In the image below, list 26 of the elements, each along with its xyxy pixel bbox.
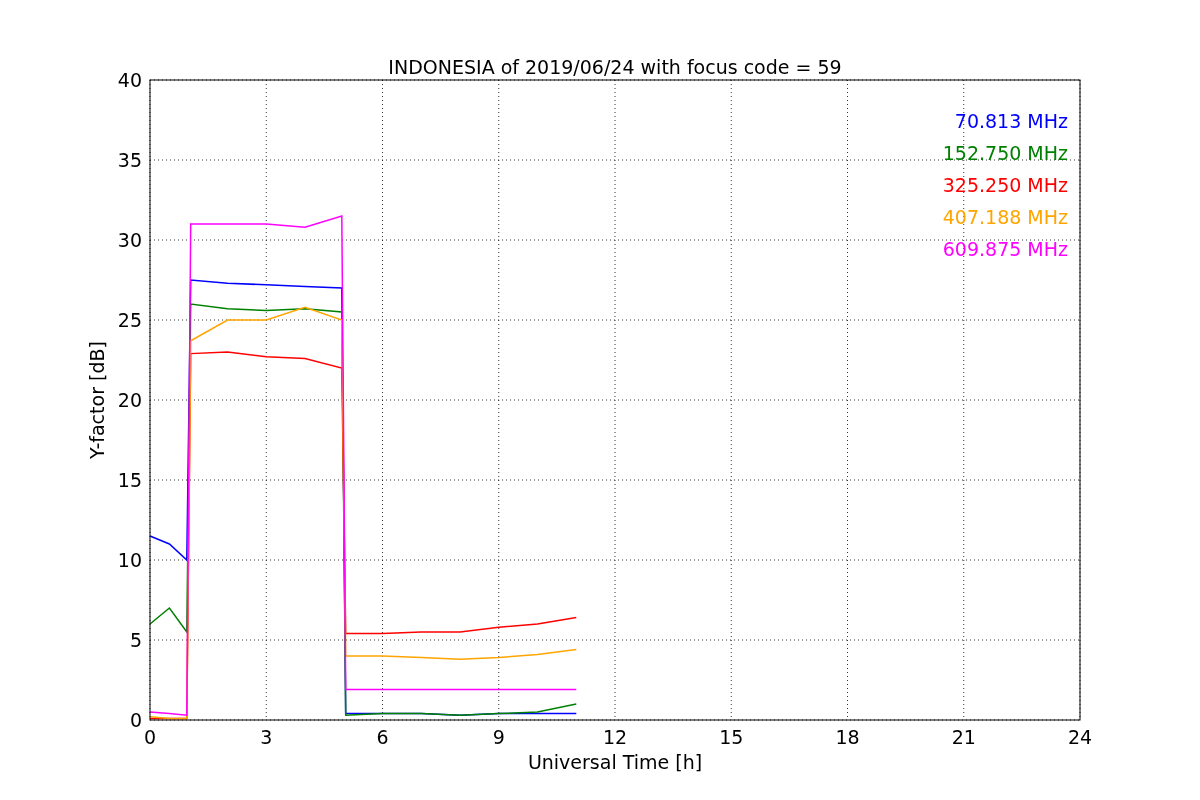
legend-label: 70.813 MHz <box>954 110 1068 132</box>
y-tick-label: 5 <box>129 629 142 651</box>
y-tick-label: 40 <box>117 69 142 91</box>
x-tick-label: 12 <box>602 726 628 748</box>
x-tick-label: 3 <box>260 726 273 748</box>
y-tick-label: 20 <box>117 389 142 411</box>
legend-label: 609.875 MHz <box>942 238 1068 260</box>
y-tick-label: 35 <box>117 149 142 171</box>
legend-label: 152.750 MHz <box>942 142 1068 164</box>
y-tick-label: 0 <box>129 709 142 731</box>
x-tick-label: 9 <box>492 726 505 748</box>
y-tick-label: 15 <box>117 469 142 491</box>
x-tick-label: 21 <box>951 726 976 748</box>
y-axis-label: Y-factor [dB] <box>86 341 108 459</box>
x-tick-label: 15 <box>719 726 744 748</box>
x-tick-label: 24 <box>1067 726 1093 748</box>
x-axis-label: Universal Time [h] <box>527 751 703 773</box>
legend-label: 325.250 MHz <box>942 174 1068 196</box>
x-tick-label: 6 <box>376 726 389 748</box>
x-tick-label: 0 <box>143 726 157 748</box>
y-tick-label: 30 <box>117 229 142 251</box>
legend-label: 407.188 MHz <box>942 206 1068 228</box>
x-tick-label: 18 <box>835 726 860 748</box>
y-tick-label: 25 <box>117 309 142 331</box>
chart-title: INDONESIA of 2019/06/24 with focus code = 59 <box>388 56 842 78</box>
y-tick-label: 10 <box>117 549 142 571</box>
